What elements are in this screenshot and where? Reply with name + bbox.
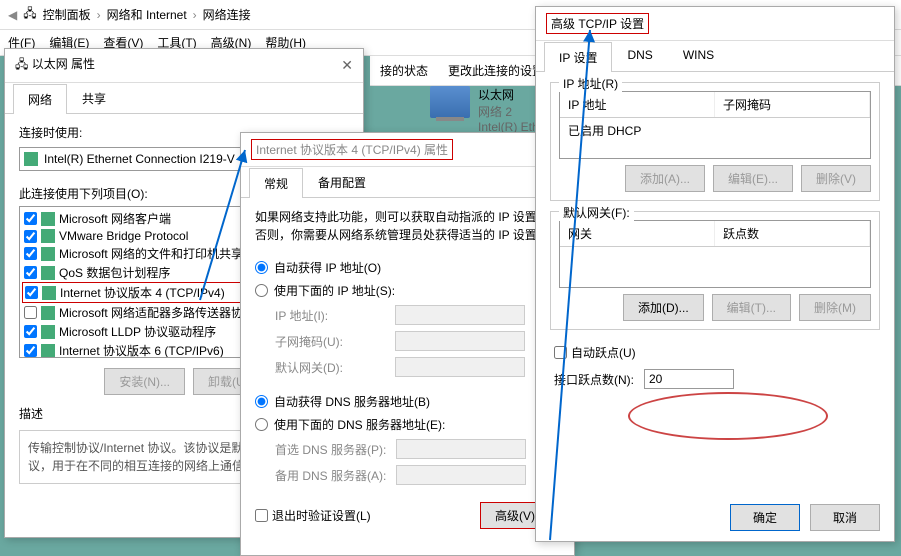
breadcrumb[interactable]: 网络和 Internet [107,6,187,23]
protocol-checkbox[interactable] [24,266,37,279]
validate-checkbox[interactable] [255,509,268,522]
toolbar-status[interactable]: 接的状态 [380,62,428,79]
window-title: 高级 TCP/IP 设置 [546,13,649,34]
back-icon[interactable]: ◀ [8,8,17,22]
tab-general[interactable]: 常规 [249,168,303,198]
chevron-right-icon: › [97,8,101,22]
interface-metric-input[interactable] [644,369,734,389]
protocol-checkbox[interactable] [24,325,37,338]
window-title: Internet 协议版本 4 (TCP/IPv4) 属性 [251,139,453,160]
radio-dns-manual-label: 使用下面的 DNS 服务器地址(E): [274,416,445,433]
protocol-icon [41,344,55,358]
folder-icon: 🖧 [23,4,36,25]
protocol-icon [41,306,55,320]
tab-alternate[interactable]: 备用配置 [303,167,381,197]
breadcrumb[interactable]: 控制面板 [43,6,91,23]
radio-dns-manual[interactable] [255,418,268,431]
info-text: 如果网络支持此功能，则可以获取自动指派的 IP 设置。否则，你需要从网络系统管理… [255,208,560,244]
tab-ip-settings[interactable]: IP 设置 [544,42,612,72]
protocol-checkbox[interactable] [24,306,37,319]
nic-icon [24,152,38,166]
ip-label: IP 地址(I): [275,307,385,324]
radio-ip-auto-label: 自动获得 IP 地址(O) [274,259,381,276]
protocol-checkbox[interactable] [24,247,37,260]
protocol-label: VMware Bridge Protocol [59,229,188,243]
network-adapter-icon [430,86,470,118]
advanced-tcpip-window: 高级 TCP/IP 设置 IP 设置 DNS WINS IP 地址(R) IP … [535,6,895,542]
ethernet-icon: 🖧 以太网 属性 [15,55,95,76]
close-icon[interactable]: ✕ [341,57,353,74]
protocol-icon [41,212,55,226]
dns2-label: 备用 DNS 服务器(A): [275,467,386,484]
gateway-label: 默认网关(D): [275,359,385,376]
tab-network[interactable]: 网络 [13,84,67,114]
interface-metric-label: 接口跃点数(N): [554,371,634,388]
breadcrumb[interactable]: 网络连接 [203,6,251,23]
protocol-checkbox[interactable] [25,286,38,299]
protocol-label: QoS 数据包计划程序 [59,264,170,281]
ok-button[interactable]: 确定 [730,504,800,531]
dns1-label: 首选 DNS 服务器(P): [275,441,386,458]
radio-ip-manual[interactable] [255,284,268,297]
radio-ip-manual-label: 使用下面的 IP 地址(S): [274,282,395,299]
col-ip: IP 地址 [560,92,715,117]
auto-metric-checkbox[interactable] [554,346,567,359]
protocol-label: Microsoft 网络的文件和打印机共享 [59,245,243,262]
delete-gw-button[interactable]: 删除(M) [799,294,871,321]
edit-ip-button[interactable]: 编辑(E)... [713,165,793,192]
protocol-checkbox[interactable] [24,344,37,357]
protocol-label: Microsoft 网络适配器多路传送器协议 [59,304,255,321]
dhcp-enabled-text: 已启用 DHCP [560,118,870,158]
ip-addresses-group: IP 地址(R) IP 地址 子网掩码 已启用 DHCP 添加(A)... 编辑… [550,82,880,201]
protocol-icon [41,229,55,243]
mask-input [395,331,525,351]
dns1-input [396,439,526,459]
protocol-checkbox[interactable] [24,212,37,225]
radio-dns-auto[interactable] [255,395,268,408]
group-label: 默认网关(F): [559,204,634,221]
add-ip-button[interactable]: 添加(A)... [625,165,705,192]
group-label: IP 地址(R) [559,75,622,92]
install-button[interactable]: 安装(N)... [104,368,185,395]
protocol-label: Internet 协议版本 4 (TCP/IPv4) [60,284,225,301]
add-gw-button[interactable]: 添加(D)... [623,294,704,321]
radio-ip-auto[interactable] [255,261,268,274]
gateway-input [395,357,525,377]
mask-label: 子网掩码(U): [275,333,385,350]
delete-ip-button[interactable]: 删除(V) [801,165,871,192]
protocol-icon [42,286,56,300]
col-mask: 子网掩码 [715,92,870,117]
toolbar-change-settings[interactable]: 更改此连接的设置 [448,62,544,79]
col-gateway: 网关 [560,221,715,246]
protocol-label: Microsoft 网络客户端 [59,210,171,227]
gateway-listbox[interactable]: 网关 跃点数 [559,220,871,288]
ip-input [395,305,525,325]
protocol-label: Microsoft LLDP 协议驱动程序 [59,323,216,340]
protocol-icon [41,325,55,339]
ipv4-properties-window: Internet 协议版本 4 (TCP/IPv4) 属性 常规 备用配置 如果… [240,132,575,556]
adapter-name-field: Intel(R) Ethernet Connection I219-V [44,152,235,166]
protocol-label: Internet 协议版本 6 (TCP/IPv6) [59,342,224,358]
cancel-button[interactable]: 取消 [810,504,880,531]
tab-wins[interactable]: WINS [668,41,729,71]
tab-sharing[interactable]: 共享 [67,83,121,113]
dns2-input [396,465,526,485]
tab-dns[interactable]: DNS [612,41,667,71]
validate-label: 退出时验证设置(L) [272,507,371,524]
edit-gw-button[interactable]: 编辑(T)... [712,294,791,321]
protocol-icon [41,266,55,280]
ip-listbox[interactable]: IP 地址 子网掩码 已启用 DHCP [559,91,871,159]
window-title: 以太网 属性 [32,57,95,71]
radio-dns-auto-label: 自动获得 DNS 服务器地址(B) [274,393,430,410]
protocol-icon [41,247,55,261]
auto-metric-label: 自动跃点(U) [571,344,636,361]
protocol-checkbox[interactable] [24,230,37,243]
gateways-group: 默认网关(F): 网关 跃点数 添加(D)... 编辑(T)... 删除(M) [550,211,880,330]
chevron-right-icon: › [193,8,197,22]
col-metric: 跃点数 [715,221,870,246]
